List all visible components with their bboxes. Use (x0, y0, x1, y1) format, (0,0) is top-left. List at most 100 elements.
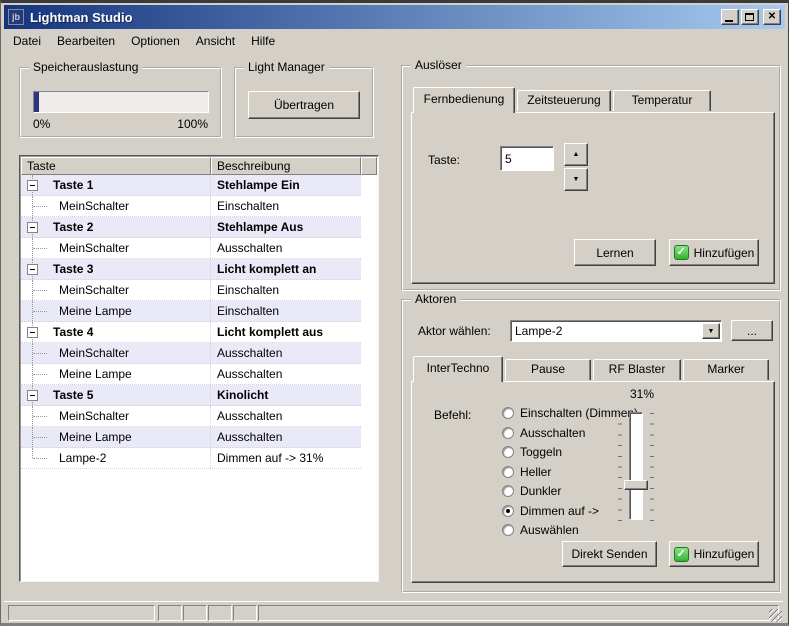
menu-bar: Datei Bearbeiten Optionen Ansicht Hilfe (5, 31, 283, 50)
table-row[interactable]: MeinSchalter Ausschalten (21, 238, 361, 259)
actor-select[interactable]: Lampe-2 ▼ (510, 320, 722, 342)
status-panel (158, 605, 182, 621)
radio-icon[interactable] (502, 505, 514, 517)
chevron-down-icon[interactable]: ▼ (702, 323, 720, 339)
tree-item-label: Taste 5 (53, 388, 93, 402)
arrow-down-icon: ▼ (573, 169, 580, 190)
radio-icon[interactable] (502, 446, 514, 458)
tab-fernbedienung[interactable]: Fernbedienung (413, 87, 515, 113)
tree-item-desc: Einschalten (211, 280, 361, 300)
dim-slider-thumb[interactable] (624, 480, 648, 490)
table-row[interactable]: Lampe-2 Dimmen auf -> 31% (21, 448, 361, 469)
radio-icon[interactable] (502, 524, 514, 536)
arrow-up-icon: ▲ (573, 144, 580, 165)
taste-input[interactable] (500, 146, 554, 171)
table-row[interactable]: MeinSchalter Ausschalten (21, 406, 361, 427)
table-row[interactable]: Taste 2 Stehlampe Aus (21, 217, 361, 238)
table-row[interactable]: MeinSchalter Einschalten (21, 196, 361, 217)
table-row[interactable]: MeinSchalter Ausschalten (21, 343, 361, 364)
tab-rf-blaster[interactable]: RF Blaster (593, 359, 681, 380)
tree-item-label: MeinSchalter (59, 346, 129, 360)
tree-item-label: MeinSchalter (59, 409, 129, 423)
resize-grip-icon[interactable] (769, 609, 782, 622)
trigger-group: Auslöser Fernbedienung Zeitsteuerung Tem… (401, 65, 781, 291)
dim-slider-track[interactable] (629, 412, 643, 520)
status-panel (258, 605, 779, 621)
table-row[interactable]: Taste 5 Kinolicht (21, 385, 361, 406)
maximize-icon (745, 13, 754, 21)
tree-item-label: Meine Lampe (59, 304, 132, 318)
taste-spin-up-button[interactable]: ▲ (564, 143, 588, 166)
minimize-button[interactable] (721, 9, 739, 25)
column-header-taste[interactable]: Taste (21, 157, 211, 175)
befehl-label: Befehl: (434, 408, 471, 422)
actor-add-button[interactable]: ✓ Hinzufügen (669, 541, 759, 567)
tab-intertechno[interactable]: InterTechno (413, 356, 503, 382)
column-header-beschreibung[interactable]: Beschreibung (211, 157, 361, 175)
key-tree-list[interactable]: Taste Beschreibung Taste 1 Stehlampe Ein… (19, 155, 379, 582)
table-row[interactable]: Taste 4 Licht komplett aus (21, 322, 361, 343)
tab-pause[interactable]: Pause (505, 359, 591, 380)
tab-temperatur[interactable]: Temperatur (613, 90, 711, 111)
tab-zeitsteuerung[interactable]: Zeitsteuerung (517, 90, 611, 111)
status-bar (4, 601, 783, 623)
direct-send-button[interactable]: Direkt Senden (562, 541, 657, 567)
command-label: Dimmen auf -> (520, 504, 599, 518)
table-row[interactable]: Taste 1 Stehlampe Ein (21, 175, 361, 196)
radio-icon[interactable] (502, 407, 514, 419)
table-row[interactable]: Taste 3 Licht komplett an (21, 259, 361, 280)
browse-actors-button[interactable]: ... (731, 320, 773, 341)
radio-icon[interactable] (502, 427, 514, 439)
menu-item-optionen[interactable]: Optionen (123, 32, 188, 50)
minimize-icon (725, 20, 733, 22)
maximize-button[interactable] (741, 9, 759, 25)
menu-item-bearbeiten[interactable]: Bearbeiten (49, 32, 123, 50)
tree-item-label: Meine Lampe (59, 430, 132, 444)
close-icon: ✕ (768, 11, 776, 22)
transfer-button[interactable]: Übertragen (248, 91, 360, 119)
menu-item-datei[interactable]: Datei (5, 32, 49, 50)
tree-item-desc: Einschalten (211, 301, 361, 321)
command-option[interactable]: Auswählen (502, 522, 579, 538)
menu-item-ansicht[interactable]: Ansicht (188, 32, 243, 50)
tree-expander-icon[interactable] (27, 327, 38, 338)
table-row[interactable]: Meine Lampe Ausschalten (21, 364, 361, 385)
tree-item-desc: Ausschalten (211, 427, 361, 447)
actors-group: Aktoren Aktor wählen: Lampe-2 ▼ ... Inte… (401, 299, 781, 593)
command-option[interactable]: Dimmen auf -> (502, 503, 599, 519)
radio-icon[interactable] (502, 485, 514, 497)
command-option[interactable]: Dunkler (502, 483, 561, 499)
actors-tab-panel: 31% Befehl: Einschalten (Dimmen) Ausscha… (411, 381, 775, 583)
slider-ticks-left (618, 413, 622, 521)
tree-item-label: Taste 2 (53, 220, 93, 234)
radio-icon[interactable] (502, 466, 514, 478)
tree-item-label: MeinSchalter (59, 199, 129, 213)
trigger-add-button[interactable]: ✓ Hinzufügen (669, 239, 759, 266)
taste-spin-down-button[interactable]: ▼ (564, 168, 588, 191)
tab-marker[interactable]: Marker (683, 359, 769, 380)
tree-expander-icon[interactable] (27, 390, 38, 401)
tree-item-desc: Ausschalten (211, 364, 361, 384)
tree-item-label: Meine Lampe (59, 367, 132, 381)
command-option[interactable]: Heller (502, 464, 551, 480)
app-icon: jb (8, 9, 24, 25)
tree-item-desc: Stehlampe Aus (211, 217, 361, 237)
command-label: Dunkler (520, 484, 561, 498)
menu-item-hilfe[interactable]: Hilfe (243, 32, 283, 50)
command-option[interactable]: Ausschalten (502, 425, 585, 441)
tree-expander-icon[interactable] (27, 264, 38, 275)
close-button[interactable]: ✕ (763, 9, 781, 25)
table-row[interactable]: Meine Lampe Ausschalten (21, 427, 361, 448)
table-row[interactable]: Meine Lampe Einschalten (21, 301, 361, 322)
title-bar[interactable]: jb Lightman Studio ✕ (4, 5, 785, 29)
tree-item-label: Taste 4 (53, 325, 93, 339)
learn-button[interactable]: Lernen (574, 239, 656, 266)
command-option[interactable]: Toggeln (502, 444, 562, 460)
slider-value-label: 31% (622, 387, 662, 401)
tree-item-label: Lampe-2 (59, 451, 106, 465)
table-row[interactable]: MeinSchalter Einschalten (21, 280, 361, 301)
tree-expander-icon[interactable] (27, 222, 38, 233)
tree-expander-icon[interactable] (27, 180, 38, 191)
trigger-add-button-label: Hinzufügen (694, 246, 755, 260)
app-window: jb Lightman Studio ✕ Datei Bearbeiten Op… (0, 0, 789, 626)
